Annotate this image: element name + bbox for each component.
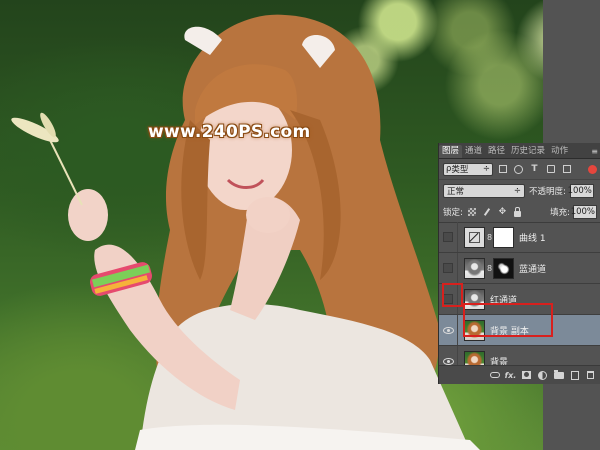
tab-channels[interactable]: 通道 bbox=[462, 145, 485, 158]
lock-position-icon[interactable]: ✥ bbox=[497, 207, 508, 218]
divider bbox=[457, 315, 458, 345]
layer-mask-thumbnail[interactable] bbox=[493, 226, 514, 248]
filter-toggle-icon[interactable] bbox=[588, 164, 597, 174]
blend-mode-label: 正常 bbox=[447, 187, 465, 197]
new-group-folder-icon[interactable] bbox=[553, 369, 564, 381]
link-chain-icon: 8 bbox=[486, 232, 493, 242]
layer-filter-bar: ρ 类型 ÷ T bbox=[439, 159, 600, 180]
fill-label: 填充: bbox=[550, 208, 570, 218]
filter-kind-label: 类型 bbox=[451, 165, 469, 175]
link-chain-icon: 8 bbox=[486, 263, 493, 273]
layer-row-curves-1[interactable]: 8 曲线 1 bbox=[439, 222, 600, 253]
adjustment-layer-icon[interactable] bbox=[537, 370, 548, 381]
tab-history[interactable]: 历史记录 bbox=[508, 145, 548, 158]
lock-transparency-icon[interactable] bbox=[467, 207, 478, 218]
layer-row-blue-channel[interactable]: 8 蓝通道 bbox=[439, 253, 600, 284]
curves-adjustment-icon bbox=[464, 226, 485, 248]
panel-menu-icon[interactable]: ≡ bbox=[588, 145, 600, 158]
dropdown-arrow-icon: ÷ bbox=[513, 186, 521, 196]
eye-icon bbox=[442, 326, 454, 334]
filter-pixel-icon[interactable] bbox=[496, 163, 509, 176]
lock-row: 锁定: ✥ 填充: 100% bbox=[439, 202, 600, 223]
filter-shape-icon[interactable] bbox=[544, 163, 557, 176]
divider bbox=[457, 222, 458, 252]
fill-group: 填充: 100% bbox=[550, 205, 597, 219]
panel-footer: fx. bbox=[439, 365, 600, 384]
visibility-off-icon bbox=[443, 263, 453, 273]
filter-adjustment-icon[interactable] bbox=[512, 163, 525, 176]
blend-mode-select[interactable]: 正常 ÷ bbox=[443, 184, 525, 198]
layers-panel: 图层 通道 路径 历史记录 动作 ≡ ρ 类型 ÷ T 正常 ÷ 不透明度: 1… bbox=[438, 143, 600, 384]
highlight-box-background-copy bbox=[463, 303, 553, 337]
panel-tab-bar: 图层 通道 路径 历史记录 动作 ≡ bbox=[439, 143, 600, 159]
tab-layers[interactable]: 图层 bbox=[439, 145, 463, 158]
layer-style-fx-icon[interactable]: fx. bbox=[505, 370, 517, 381]
layer-list: 8 曲线 1 8 蓝通道 红通道 背景 副本 背景 bbox=[439, 222, 600, 377]
watermark: www.240PS.com bbox=[148, 122, 311, 142]
layer-name: 曲线 1 bbox=[519, 233, 546, 244]
fill-field[interactable]: 100% bbox=[571, 205, 597, 219]
highlight-box-visibility bbox=[442, 283, 463, 307]
tab-paths[interactable]: 路径 bbox=[485, 145, 508, 158]
filter-type-icon[interactable]: T bbox=[528, 163, 541, 176]
add-mask-icon[interactable] bbox=[521, 370, 532, 381]
layer-thumbnail bbox=[464, 257, 485, 279]
new-layer-icon[interactable] bbox=[569, 370, 580, 381]
lock-label: 锁定: bbox=[443, 208, 463, 218]
filter-kind-select[interactable]: ρ 类型 ÷ bbox=[443, 162, 493, 176]
tab-actions[interactable]: 动作 bbox=[548, 145, 571, 158]
visibility-toggle[interactable] bbox=[439, 253, 457, 283]
eye-icon bbox=[442, 357, 454, 365]
opacity-field[interactable]: 100% bbox=[568, 184, 594, 198]
divider bbox=[457, 253, 458, 283]
filter-smart-object-icon[interactable] bbox=[560, 163, 573, 176]
blend-row: 正常 ÷ 不透明度: 100% bbox=[439, 180, 600, 202]
layer-mask-thumbnail[interactable] bbox=[493, 257, 514, 279]
delete-layer-trash-icon[interactable] bbox=[585, 370, 596, 381]
link-layers-icon[interactable] bbox=[489, 370, 500, 381]
layer-name: 蓝通道 bbox=[519, 264, 547, 275]
visibility-off-icon bbox=[443, 232, 453, 242]
opacity-label: 不透明度: bbox=[529, 187, 566, 197]
visibility-toggle[interactable] bbox=[439, 315, 457, 345]
lock-pixels-icon[interactable] bbox=[482, 207, 493, 218]
lock-all-icon[interactable] bbox=[512, 206, 523, 218]
visibility-toggle[interactable] bbox=[439, 222, 457, 252]
dropdown-arrow-icon: ÷ bbox=[482, 164, 490, 174]
